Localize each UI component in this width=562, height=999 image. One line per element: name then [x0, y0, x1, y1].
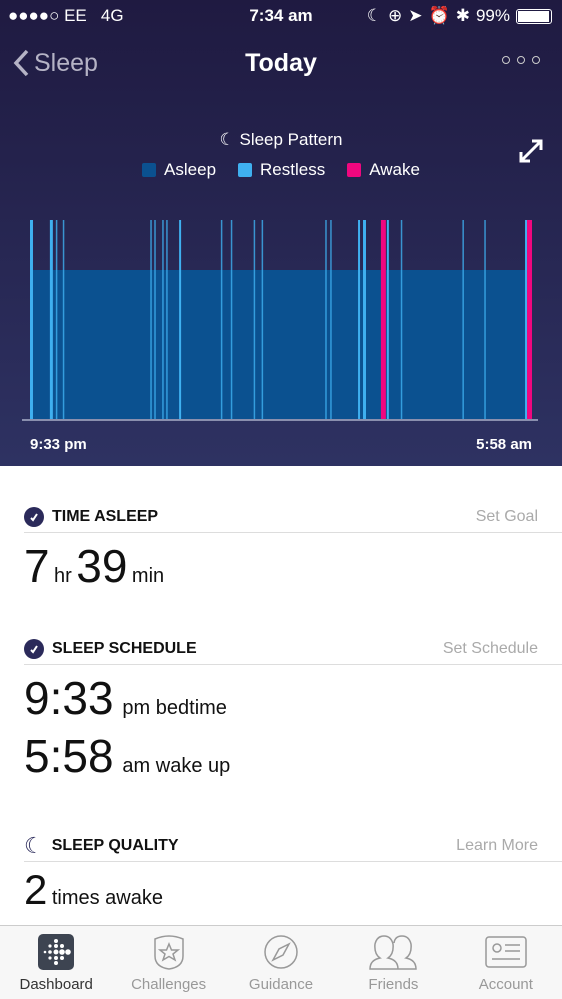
moon-icon: ☾: [366, 6, 383, 25]
tab-account[interactable]: Account: [450, 926, 562, 999]
time-asleep-section: TIME ASLEEP Set Goal 7 hr 39 min: [24, 501, 562, 593]
legend-restless: Restless: [238, 160, 325, 180]
status-bar: ●●●●○ EE 4G 7:34 am ☾ ⊕ ➤ ⏰ ✱ 99%: [0, 6, 562, 30]
restless-bar: [484, 220, 486, 419]
restless-bar: [386, 220, 389, 419]
moon-icon: ☾: [219, 130, 235, 149]
star-badge-icon: [153, 935, 184, 970]
restless-bar: [358, 220, 361, 419]
rotation-lock-icon: ⊕: [388, 6, 403, 25]
restless-bar: [261, 220, 264, 419]
id-card-icon: [485, 936, 527, 968]
nav-bar: Sleep Today: [0, 44, 562, 84]
tab-bar: Dashboard Challenges Guidance Friends Ac…: [0, 925, 562, 999]
sleep-pattern-chart: [22, 220, 538, 421]
battery-percent: 99%: [475, 6, 510, 25]
restless-bar: [400, 220, 403, 419]
friends-icon: [369, 935, 418, 970]
page-title: Today: [245, 49, 317, 77]
set-goal-link[interactable]: Set Goal: [476, 508, 538, 526]
restless-bar: [363, 220, 366, 419]
restless-bar: [49, 220, 53, 419]
awake-bar: [380, 220, 386, 419]
restless-bar: [55, 220, 58, 419]
tab-challenges[interactable]: Challenges: [112, 926, 224, 999]
chart-legend: Asleep Restless Awake: [0, 160, 562, 180]
learn-more-link[interactable]: Learn More: [456, 837, 538, 855]
expand-icon[interactable]: [518, 138, 544, 164]
sleep-quality-section: ☾ SLEEP QUALITY Learn More 2 times awake: [24, 830, 562, 914]
asleep-area: [30, 270, 532, 419]
chart-end-label: 5:58 am: [476, 436, 532, 453]
battery-icon: [516, 8, 552, 24]
tab-dashboard[interactable]: Dashboard: [0, 926, 112, 999]
legend-asleep: Asleep: [142, 160, 216, 180]
tab-guidance[interactable]: Guidance: [225, 926, 337, 999]
legend-awake: Awake: [347, 160, 420, 180]
restless-bar: [150, 220, 152, 419]
restless-bar: [30, 220, 33, 419]
location-icon: ➤: [408, 6, 423, 25]
restless-bar: [525, 220, 528, 419]
awake-bar: [527, 220, 532, 419]
bluetooth-icon: ✱: [455, 6, 470, 25]
restless-bar: [154, 220, 156, 419]
chart-start-label: 9:33 pm: [30, 436, 87, 453]
more-button[interactable]: [502, 56, 540, 64]
restless-bar: [462, 220, 464, 419]
restless-bar: [230, 220, 233, 419]
clock-icon: [24, 506, 44, 527]
compass-icon: [264, 935, 298, 969]
fitbit-logo-icon: [38, 934, 75, 970]
restless-bar: [166, 220, 168, 419]
restless-bar: [325, 220, 327, 419]
restless-bar: [62, 220, 65, 419]
restless-bar: [179, 220, 182, 419]
restless-bar: [162, 220, 164, 419]
header: ●●●●○ EE 4G 7:34 am ☾ ⊕ ➤ ⏰ ✱ 99% Sleep Today…: [0, 0, 562, 466]
sleep-schedule-section: SLEEP SCHEDULE Set Schedule 9:33 pm bedti…: [24, 633, 562, 783]
restless-bar: [220, 220, 223, 419]
clock-icon: [24, 638, 44, 659]
restless-bar: [253, 220, 256, 419]
tab-friends[interactable]: Friends: [337, 926, 449, 999]
moon-icon: ☾: [24, 832, 44, 858]
restless-bar: [330, 220, 332, 419]
alarm-icon: ⏰: [428, 6, 450, 25]
set-schedule-link[interactable]: Set Schedule: [443, 640, 538, 658]
chart-title: ☾ Sleep Pattern: [219, 130, 343, 149]
